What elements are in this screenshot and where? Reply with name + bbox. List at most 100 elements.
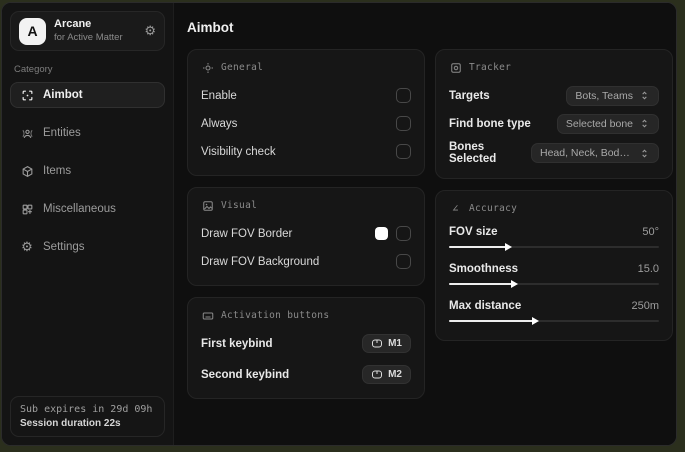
slider-thumb[interactable] (504, 243, 512, 251)
setting-row-find-bone-type: Find bone type Selected bone (449, 113, 659, 134)
card-title: General (221, 62, 264, 73)
slider-value: 250m (631, 300, 659, 312)
entities-radar-icon (20, 126, 34, 140)
sidebar-item-settings[interactable]: ⚙ Settings (10, 234, 165, 260)
setting-label: Draw FOV Border (201, 227, 293, 240)
setting-row-first-keybind: First keybind M1 (201, 333, 411, 354)
card-title: Visual (221, 200, 258, 211)
setting-row-enable: Enable (201, 85, 411, 106)
crosshair-scan-icon (20, 88, 34, 102)
image-icon (201, 199, 214, 212)
fov-border-color-swatch[interactable] (375, 227, 388, 240)
activation-buttons-card: Activation buttons First keybind M1 Seco… (187, 297, 425, 399)
sidebar-item-label: Settings (43, 241, 85, 253)
dropdown-value: Head, Neck, Body, Pe... (540, 147, 633, 159)
subscription-info-card: Sub expires in 29d 09h Session duration … (10, 396, 165, 437)
slider-thumb[interactable] (532, 317, 540, 325)
chevron-up-down-icon (642, 119, 647, 128)
page-title: Aimbot (187, 20, 234, 35)
find-bone-type-dropdown[interactable]: Selected bone (556, 113, 659, 134)
sidebar-item-entities[interactable]: Entities (10, 120, 165, 146)
sidebar-item-aimbot[interactable]: Aimbot (10, 82, 165, 108)
setting-label: Find bone type (449, 117, 531, 130)
main-content: Aimbot General Enable Always Visibility … (174, 3, 676, 445)
setting-label: FOV size (449, 226, 498, 238)
fov-border-checkbox[interactable] (396, 226, 411, 241)
setting-label: Second keybind (201, 368, 290, 381)
chevron-up-down-icon (642, 149, 647, 157)
sidebar-item-miscellaneous[interactable]: Miscellaneous (10, 196, 165, 222)
session-duration-text: Session duration 22s (20, 418, 121, 429)
second-keybind-button[interactable]: M2 (362, 365, 411, 384)
sidebar: A Arcane for Active Matter ⚙ Category Ai… (2, 3, 174, 445)
card-title: Accuracy (469, 203, 518, 214)
setting-label: Max distance (449, 300, 522, 312)
slider-thumb[interactable] (511, 280, 519, 288)
targets-dropdown[interactable]: Bots, Teams (566, 85, 659, 106)
bones-selected-dropdown[interactable]: Head, Neck, Body, Pe... (531, 143, 659, 163)
setting-row-fov-size: FOV size 50° (449, 226, 659, 253)
setting-row-bones-selected: Bones Selected Head, Neck, Body, Pe... (449, 141, 659, 165)
sidebar-item-label: Entities (43, 127, 81, 139)
setting-label: Bones Selected (449, 141, 497, 165)
enable-checkbox[interactable] (396, 88, 411, 103)
slider-value: 15.0 (637, 263, 659, 275)
max-distance-slider[interactable] (449, 315, 659, 327)
keybind-value: M1 (388, 338, 402, 349)
app-subtitle: for Active Matter (54, 31, 123, 43)
app-logo-letter: A (27, 23, 38, 39)
setting-row-always: Always (201, 113, 411, 134)
dropdown-value: Selected bone (565, 117, 633, 130)
app-name: Arcane (54, 18, 92, 31)
setting-label: Enable (201, 89, 237, 102)
overlay-window: A Arcane for Active Matter ⚙ Category Ai… (1, 2, 677, 446)
right-column: Tracker Targets Bots, Teams Find bone ty… (435, 49, 673, 341)
setting-row-fov-border: Draw FOV Border (201, 223, 411, 244)
angle-icon: ∠ (452, 202, 459, 215)
brand-card: A Arcane for Active Matter ⚙ (10, 11, 165, 51)
visual-card: Visual Draw FOV Border Draw FOV Backgrou… (187, 187, 425, 286)
target-box-icon (449, 61, 462, 74)
gear-icon: ⚙ (21, 239, 33, 254)
keyboard-icon (201, 309, 214, 322)
app-logo: A (19, 17, 46, 45)
setting-label: Targets (449, 89, 490, 102)
setting-row-visibility-check: Visibility check (201, 141, 411, 162)
sidebar-nav: Aimbot Entities Items Miscellaneous ⚙ Se… (10, 82, 165, 260)
sidebar-item-label: Miscellaneous (43, 203, 116, 215)
cube-icon (20, 164, 34, 178)
setting-row-smoothness: Smoothness 15.0 (449, 263, 659, 290)
always-checkbox[interactable] (396, 116, 411, 131)
setting-label: Smoothness (449, 263, 519, 275)
mouse-icon (372, 339, 383, 348)
setting-row-targets: Targets Bots, Teams (449, 85, 659, 106)
fov-size-slider[interactable] (449, 241, 659, 253)
accuracy-card: ∠ Accuracy FOV size 50° Smoothness 15.0 … (435, 190, 673, 341)
first-keybind-button[interactable]: M1 (362, 334, 411, 353)
setting-row-fov-background: Draw FOV Background (201, 251, 411, 272)
setting-label: Visibility check (201, 145, 276, 158)
chevron-up-down-icon (642, 91, 647, 100)
sidebar-item-items[interactable]: Items (10, 158, 165, 184)
dropdown-value: Bots, Teams (575, 89, 633, 102)
fov-background-checkbox[interactable] (396, 254, 411, 269)
card-title: Tracker (469, 62, 512, 73)
setting-row-max-distance: Max distance 250m (449, 300, 659, 327)
sub-expires-text: Sub expires in 29d 09h (20, 404, 153, 415)
mouse-icon (372, 370, 383, 379)
smoothness-slider[interactable] (449, 278, 659, 290)
left-column: General Enable Always Visibility check V… (187, 49, 425, 399)
visibility-check-checkbox[interactable] (396, 144, 411, 159)
setting-label: First keybind (201, 337, 273, 350)
card-title: Activation buttons (221, 310, 330, 321)
settings-gear-icon[interactable]: ⚙ (144, 23, 156, 39)
grid-layout-icon (20, 202, 34, 216)
general-card: General Enable Always Visibility check (187, 49, 425, 176)
sidebar-item-label: Items (43, 165, 72, 177)
focus-crosshair-icon (201, 61, 214, 74)
slider-value: 50° (642, 226, 659, 238)
setting-label: Always (201, 117, 238, 130)
tracker-card: Tracker Targets Bots, Teams Find bone ty… (435, 49, 673, 179)
category-label: Category (14, 64, 53, 75)
sidebar-item-label: Aimbot (43, 89, 83, 101)
